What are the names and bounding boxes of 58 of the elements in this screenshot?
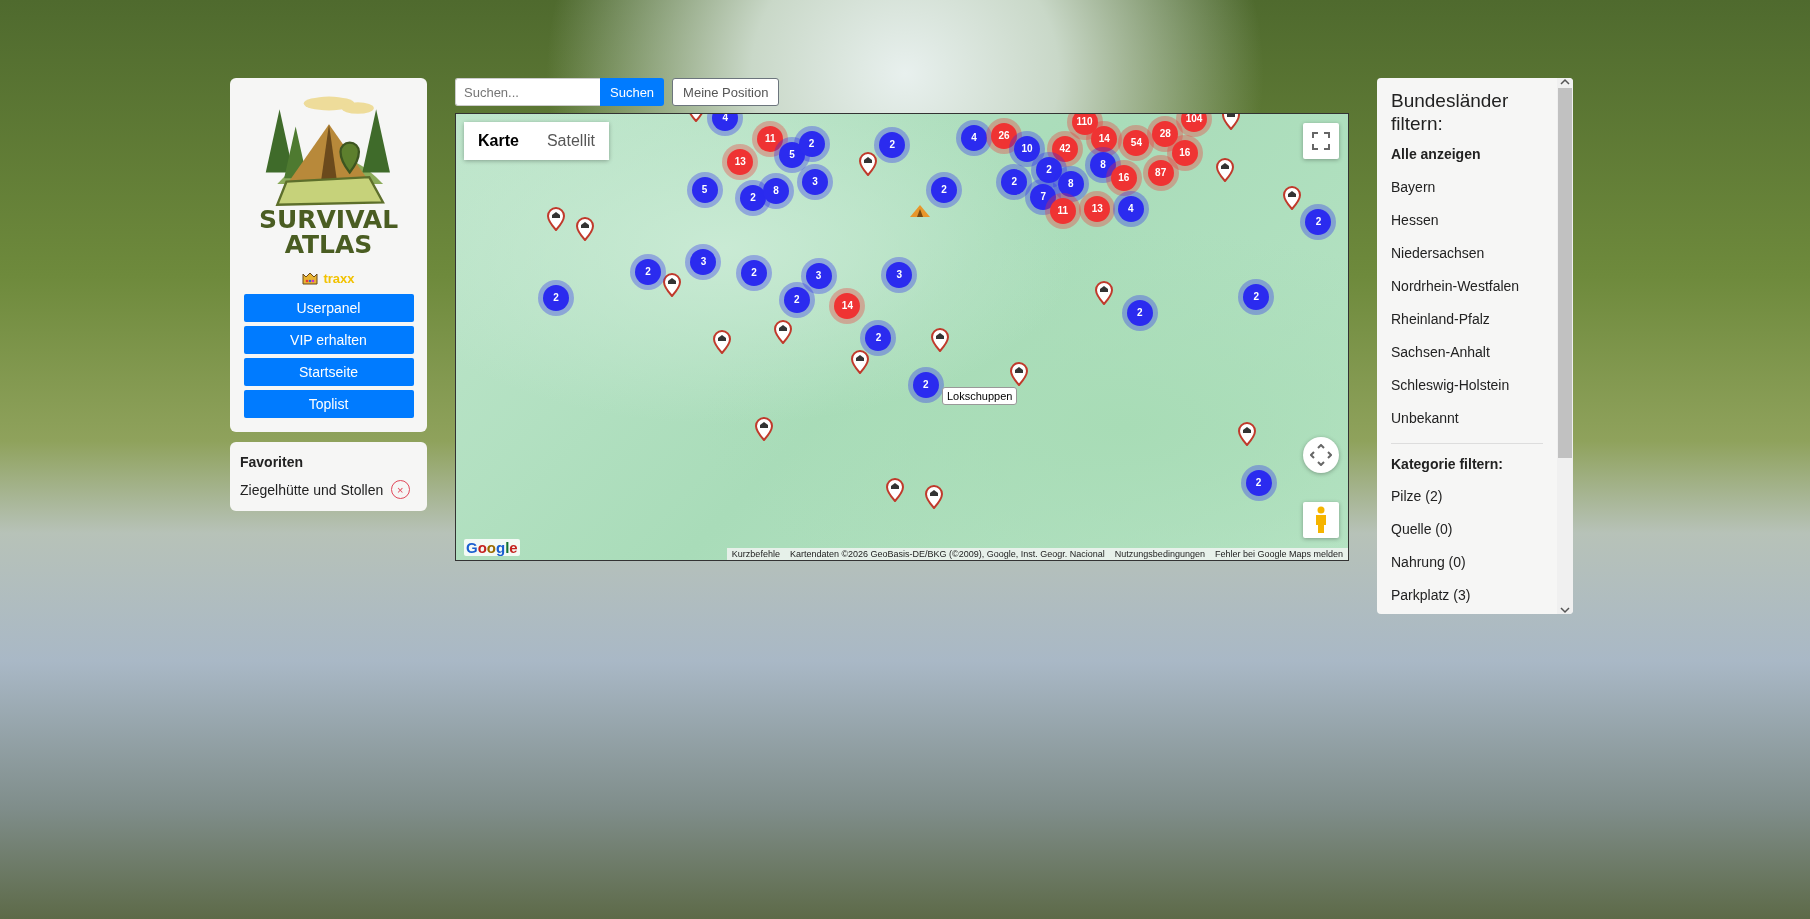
favorites-title: Favoriten xyxy=(240,454,304,470)
google-logo: Google xyxy=(464,539,520,556)
map-pin-icon[interactable] xyxy=(663,272,682,297)
cluster-marker[interactable]: 104 xyxy=(1181,114,1208,132)
map-pin-icon[interactable] xyxy=(930,327,949,352)
map-link[interactable]: Nutzungsbedingungen xyxy=(1114,549,1205,559)
cluster-marker[interactable]: 4 xyxy=(712,114,739,131)
nav-button[interactable]: Toplist xyxy=(243,390,414,418)
state-filter-item[interactable]: Nordrhein-Westfalen xyxy=(1391,277,1557,294)
state-filter-item[interactable]: Niedersachsen xyxy=(1391,244,1557,261)
search-field[interactable]: Suchen... xyxy=(455,78,600,106)
my-position-button[interactable]: Meine Position xyxy=(672,78,780,106)
state-filter-item[interactable]: Sachsen-Anhalt xyxy=(1391,343,1557,360)
state-filter-item[interactable]: Alle anzeigen xyxy=(1391,145,1557,162)
category-filter-item[interactable]: Quelle (0) xyxy=(1391,520,1557,537)
logo-text: SURVIVAL xyxy=(258,207,399,232)
map-pin-icon[interactable] xyxy=(547,207,565,231)
map-pin-icon[interactable] xyxy=(755,417,774,442)
map-pin-icon[interactable] xyxy=(773,319,792,344)
map-pin-icon[interactable] xyxy=(575,217,594,242)
map-pin-icon[interactable] xyxy=(851,349,870,374)
scroll-up-icon[interactable] xyxy=(1560,78,1570,86)
map-pin-icon[interactable] xyxy=(1282,186,1301,211)
favorite-item[interactable]: Ziegelhütte und Stollen xyxy=(240,481,384,498)
search-button[interactable]: Suchen xyxy=(600,78,665,106)
state-filter-item[interactable]: Schleswig-Holstein xyxy=(1391,376,1557,393)
map-pin-icon[interactable] xyxy=(1095,280,1114,305)
map-pin-icon[interactable] xyxy=(885,478,904,503)
map-pin-icon[interactable] xyxy=(1216,157,1235,182)
state-filter-item[interactable]: Bayern xyxy=(1391,178,1557,195)
scroll-down-icon[interactable] xyxy=(1560,606,1570,614)
nav-button[interactable]: Startseite xyxy=(243,358,414,386)
category-filter-item[interactable]: Pilze (2) xyxy=(1391,487,1557,504)
map-pin-icon[interactable] xyxy=(1238,421,1256,446)
map-attribution: Kartendaten ©2026 GeoBasis-DE/BKG (©2009), Google, Inst. Geogr. Nacional xyxy=(789,549,1105,559)
scrollbar[interactable] xyxy=(1557,78,1573,614)
crown-icon xyxy=(302,272,319,285)
logo-text: ATLAS xyxy=(284,232,373,257)
nav-button[interactable]: VIP erhalten xyxy=(243,326,414,354)
state-filter-item[interactable]: Hessen xyxy=(1391,211,1557,228)
filter-title: Bundesländer filtern: xyxy=(1391,90,1510,136)
map-type-tab[interactable]: Satellit xyxy=(532,122,609,160)
category-filter-item[interactable]: Nahrung (0) xyxy=(1391,553,1557,570)
category-filter-item[interactable]: Parkplatz (3) xyxy=(1391,586,1557,603)
tent-icon[interactable] xyxy=(908,203,931,218)
category-title: Kategorie filtern: xyxy=(1391,455,1504,472)
fullscreen-icon[interactable] xyxy=(1303,123,1339,159)
map-pin-icon[interactable] xyxy=(924,485,943,510)
map-pin-icon[interactable] xyxy=(1221,114,1240,130)
map-pin-icon[interactable] xyxy=(859,151,878,176)
map-type-tab[interactable]: Karte xyxy=(464,122,533,160)
nav-button[interactable]: Userpanel xyxy=(243,294,414,322)
map-pin-icon[interactable] xyxy=(712,330,731,354)
map-pin-icon[interactable] xyxy=(1009,362,1028,387)
state-filter-item[interactable]: Unbekannt xyxy=(1391,409,1557,426)
map-link[interactable]: Fehler bei Google Maps melden xyxy=(1214,549,1343,559)
state-filter-item[interactable]: Rheinland-Pfalz xyxy=(1391,310,1557,327)
map-link[interactable]: Kurzbefehle xyxy=(731,549,780,559)
